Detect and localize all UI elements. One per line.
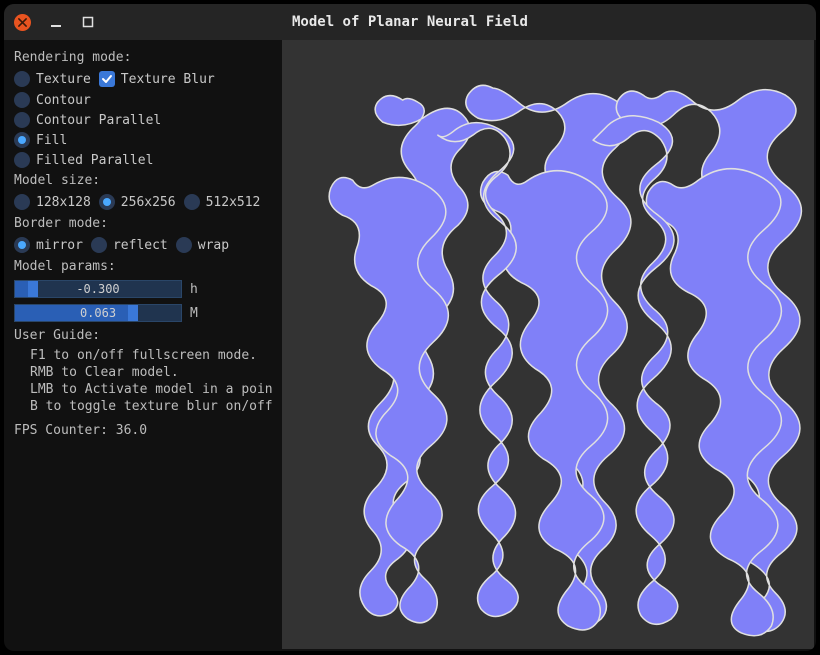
user-guide-list: F1 to on/off fullscreen mode. RMB to Cle… (14, 347, 272, 415)
slider-h-label: h (190, 282, 206, 297)
rendering-option-fill[interactable]: Fill (14, 131, 272, 149)
slider-m-label: M (190, 306, 206, 321)
option-label: Texture Blur (121, 72, 215, 87)
radio-icon (14, 92, 30, 108)
app-window: Model of Planar Neural Field Rendering m… (4, 4, 816, 651)
border-option-wrap[interactable]: wrap (176, 236, 229, 254)
border-mode-row: mirror reflect wrap (14, 235, 272, 255)
model-params-label: Model params: (14, 259, 272, 274)
slider-m-value: 0.063 (15, 305, 181, 321)
size-option-128[interactable]: 128x128 (14, 193, 91, 211)
content-area: Rendering mode: Texture Texture Blur Con… (4, 40, 816, 651)
option-label: Filled Parallel (36, 153, 153, 168)
option-label: Contour Parallel (36, 113, 161, 128)
fps-label: FPS Counter: (14, 423, 116, 438)
fps-counter: FPS Counter: 36.0 (14, 423, 272, 438)
option-label: 256x256 (121, 195, 176, 210)
radio-icon (176, 237, 192, 253)
option-label: 128x128 (36, 195, 91, 210)
titlebar[interactable]: Model of Planar Neural Field (4, 4, 816, 40)
option-label: reflect (113, 238, 168, 253)
rendering-option-contour-parallel[interactable]: Contour Parallel (14, 111, 272, 129)
option-label: Contour (36, 93, 91, 108)
rendering-option-filled-parallel[interactable]: Filled Parallel (14, 151, 272, 169)
slider-m-row: 0.063 M (14, 304, 272, 322)
rendering-mode-label: Rendering mode: (14, 50, 272, 65)
checkbox-icon (99, 71, 115, 87)
rendering-option-contour[interactable]: Contour (14, 91, 272, 109)
guide-item: B to toggle texture blur on/off (30, 398, 272, 415)
close-icon[interactable] (14, 14, 31, 31)
guide-item: LMB to Activate model in a poin (30, 381, 272, 398)
neural-field-visualization (282, 40, 814, 649)
fps-value: 36.0 (116, 423, 147, 438)
model-size-label: Model size: (14, 173, 272, 188)
sidebar: Rendering mode: Texture Texture Blur Con… (4, 40, 282, 651)
option-label: Fill (36, 133, 67, 148)
radio-icon (91, 237, 107, 253)
slider-h[interactable]: -0.300 (14, 280, 182, 298)
size-option-512[interactable]: 512x512 (184, 193, 261, 211)
model-size-row: 128x128 256x256 512x512 (14, 192, 272, 212)
rendering-option-texture[interactable]: Texture (14, 70, 91, 88)
titlebar-buttons (4, 14, 95, 31)
radio-icon (14, 112, 30, 128)
border-mode-label: Border mode: (14, 216, 272, 231)
maximize-icon[interactable] (81, 15, 95, 29)
rendering-option-texture-blur[interactable]: Texture Blur (99, 70, 215, 88)
rendering-row-1: Texture Texture Blur (14, 69, 272, 89)
radio-icon (99, 194, 115, 210)
slider-m[interactable]: 0.063 (14, 304, 182, 322)
radio-icon (14, 132, 30, 148)
window-title: Model of Planar Neural Field (4, 14, 816, 30)
radio-icon (14, 71, 30, 87)
user-guide-label: User Guide: (14, 328, 272, 343)
guide-item: RMB to Clear model. (30, 364, 272, 381)
simulation-canvas[interactable] (282, 40, 814, 649)
option-label: wrap (198, 238, 229, 253)
slider-h-row: -0.300 h (14, 280, 272, 298)
option-label: mirror (36, 238, 83, 253)
slider-h-value: -0.300 (15, 281, 181, 297)
radio-icon (14, 194, 30, 210)
option-label: 512x512 (206, 195, 261, 210)
radio-icon (14, 152, 30, 168)
minimize-icon[interactable] (49, 15, 63, 29)
guide-item: F1 to on/off fullscreen mode. (30, 347, 272, 364)
border-option-mirror[interactable]: mirror (14, 236, 83, 254)
size-option-256[interactable]: 256x256 (99, 193, 176, 211)
radio-icon (184, 194, 200, 210)
radio-icon (14, 237, 30, 253)
border-option-reflect[interactable]: reflect (91, 236, 168, 254)
option-label: Texture (36, 72, 91, 87)
